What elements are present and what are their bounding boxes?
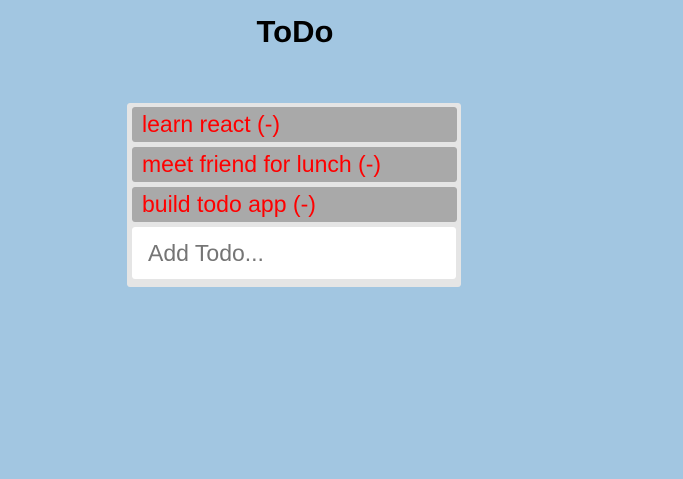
todo-item-learn-react[interactable]: learn react (-) <box>132 107 457 142</box>
todo-list: learn react (-) meet friend for lunch (-… <box>132 107 457 222</box>
todo-item-build-app[interactable]: build todo app (-) <box>132 187 457 222</box>
add-todo-input[interactable] <box>132 227 456 279</box>
page-title: ToDo <box>256 14 334 49</box>
todo-panel: learn react (-) meet friend for lunch (-… <box>127 103 461 287</box>
todo-item-meet-friend[interactable]: meet friend for lunch (-) <box>132 147 457 182</box>
